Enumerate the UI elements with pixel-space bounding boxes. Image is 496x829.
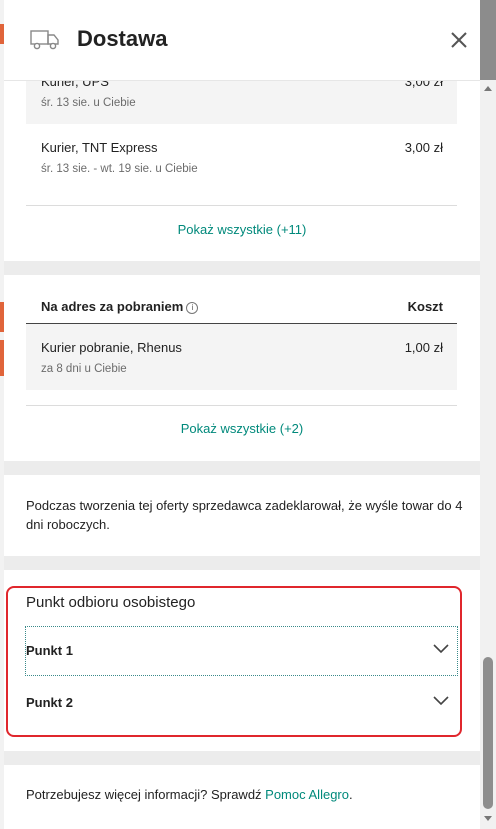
section-separator	[4, 556, 480, 570]
section-separator	[4, 751, 480, 765]
delivery-option-name: Kurier pobranie, Rhenus	[41, 340, 182, 355]
dispatch-time-note: Podczas tworzenia tej oferty sprzedawca …	[26, 498, 463, 532]
section-separator	[4, 261, 480, 275]
delivery-option-price: 1,00 zł	[404, 340, 443, 355]
delivery-option-date: za 8 dni u Ciebie	[41, 363, 127, 375]
help-link[interactable]: Pomoc Allegro	[265, 787, 349, 802]
truck-icon	[30, 30, 59, 50]
delivery-option-name: Kurier, TNT Express	[41, 140, 158, 155]
pickup-point-1-accordion[interactable]: Punkt 1	[25, 626, 458, 676]
scroll-down-arrow-icon[interactable]	[484, 816, 492, 821]
delivery-option-price: 3,00 zł	[404, 140, 443, 155]
chevron-down-icon	[433, 644, 449, 654]
delivery-option-date: śr. 13 sie. u Ciebie	[41, 97, 136, 109]
delivery-dialog: Kurier, UPS 3,00 zł śr. 13 sie. u Ciebie…	[4, 0, 480, 829]
divider	[26, 405, 457, 406]
pickup-point-2-accordion[interactable]: Punkt 2	[26, 679, 457, 727]
accordion-label: Punkt 1	[26, 643, 73, 658]
show-all-courier-button[interactable]: Pokaż wszystkie (+11)	[4, 222, 480, 237]
chevron-down-icon	[433, 696, 449, 706]
scroll-up-arrow-icon[interactable]	[484, 86, 492, 91]
delivery-option-card	[26, 324, 457, 390]
dialog-title: Dostawa	[77, 26, 168, 51]
scrollbar[interactable]	[480, 80, 496, 829]
help-text: Potrzebujesz więcej informacji? Sprawdź …	[26, 787, 353, 802]
accordion-label: Punkt 2	[26, 695, 73, 710]
close-icon[interactable]	[448, 29, 470, 51]
cod-section-header: Na adres za pobraniem i	[41, 299, 199, 314]
divider	[26, 205, 457, 206]
section-separator	[4, 461, 480, 475]
delivery-option-date: śr. 13 sie. - wt. 19 sie. u Ciebie	[41, 163, 198, 175]
pickup-section-title: Punkt odbioru osobistego	[26, 594, 196, 611]
show-all-cod-button[interactable]: Pokaż wszystkie (+2)	[4, 421, 480, 436]
cost-column-header: Koszt	[407, 299, 443, 314]
dialog-header: Dostawa	[4, 0, 480, 81]
scrollbar-thumb[interactable]	[483, 657, 493, 809]
info-icon[interactable]: i	[186, 302, 199, 314]
